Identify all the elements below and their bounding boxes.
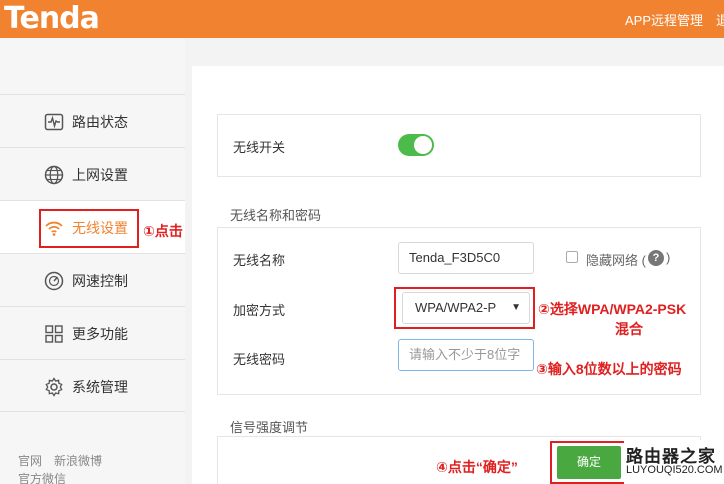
sidebar-item-label: 路由状态 [72, 114, 128, 130]
section-title-name-password: 无线名称和密码 [230, 208, 322, 223]
encryption-select-value: WPA/WPA2-P [415, 300, 497, 315]
ssid-input[interactable]: Tenda_F3D5C0 [398, 242, 534, 274]
sidebar-item-internet-settings[interactable]: 上网设置 [0, 147, 185, 200]
top-header: Tenda APP远程管理 退 [0, 0, 724, 38]
wechat-link[interactable]: 官方微信 [18, 470, 66, 484]
annotation-step1: ①点击 [143, 223, 183, 239]
password-input[interactable]: 请输入不少于8位字 [398, 339, 534, 371]
sidebar-item-system-management[interactable]: 系统管理 [0, 359, 185, 412]
gear-icon [44, 377, 64, 397]
section-title-signal-strength: 信号强度调节 [230, 420, 309, 435]
hide-network-text: 隐藏网络 ( [586, 253, 646, 268]
annotation-step3: ③输入8位数以上的密码 [536, 361, 682, 377]
annotation-step2-line1: ②选择WPA/WPA2-PSK [538, 301, 687, 317]
confirm-button[interactable]: 确定 [557, 446, 621, 479]
grid-icon [44, 324, 64, 344]
sidebar-item-router-status[interactable]: 路由状态 [0, 94, 185, 147]
sidebar: 路由状态 上网设置 无线设置 网速控制 更多功能 系统管理 官网 新浪微博 官方… [0, 38, 185, 484]
app-remote-management-link[interactable]: APP远程管理 [625, 10, 703, 29]
logout-link[interactable]: 退 [716, 10, 724, 29]
sidebar-item-label: 网速控制 [72, 273, 128, 289]
speedometer-icon [44, 271, 64, 291]
hide-network-checkbox[interactable] [566, 251, 578, 263]
wireless-switch-toggle[interactable] [398, 134, 434, 156]
encryption-select[interactable]: WPA/WPA2-P ▼ [402, 292, 530, 324]
ssid-label: 无线名称 [233, 253, 286, 268]
sidebar-item-label: 上网设置 [72, 167, 128, 183]
wireless-switch-panel [217, 114, 701, 177]
toggle-knob [414, 136, 432, 154]
password-label: 无线密码 [233, 352, 286, 367]
hide-network-close-paren: ) [666, 250, 671, 265]
pulse-monitor-icon [44, 112, 64, 132]
sidebar-item-label: 系统管理 [72, 379, 128, 395]
wireless-switch-label: 无线开关 [233, 140, 286, 155]
hide-network-label: 隐藏网络 ( [586, 250, 646, 269]
watermark-url: LUYOUQI520.COM [626, 464, 723, 476]
watermark: 路由器之家 LUYOUQI520.COM [624, 440, 724, 484]
annotation-box-wireless [39, 209, 139, 248]
official-site-link[interactable]: 官网 [18, 452, 42, 469]
globe-icon [44, 165, 64, 185]
sidebar-item-more-functions[interactable]: 更多功能 [0, 306, 185, 359]
annotation-step4: ④点击“确定” [436, 459, 518, 475]
help-icon[interactable]: ? [648, 250, 664, 266]
sidebar-item-label: 更多功能 [72, 326, 128, 342]
annotation-step2-line2: 混合 [615, 321, 643, 337]
sidebar-item-speed-control[interactable]: 网速控制 [0, 253, 185, 306]
dropdown-arrow-icon: ▼ [511, 302, 521, 313]
tenda-logo[interactable]: Tenda [4, 2, 100, 36]
encryption-label: 加密方式 [233, 303, 286, 318]
weibo-link[interactable]: 新浪微博 [54, 452, 102, 469]
